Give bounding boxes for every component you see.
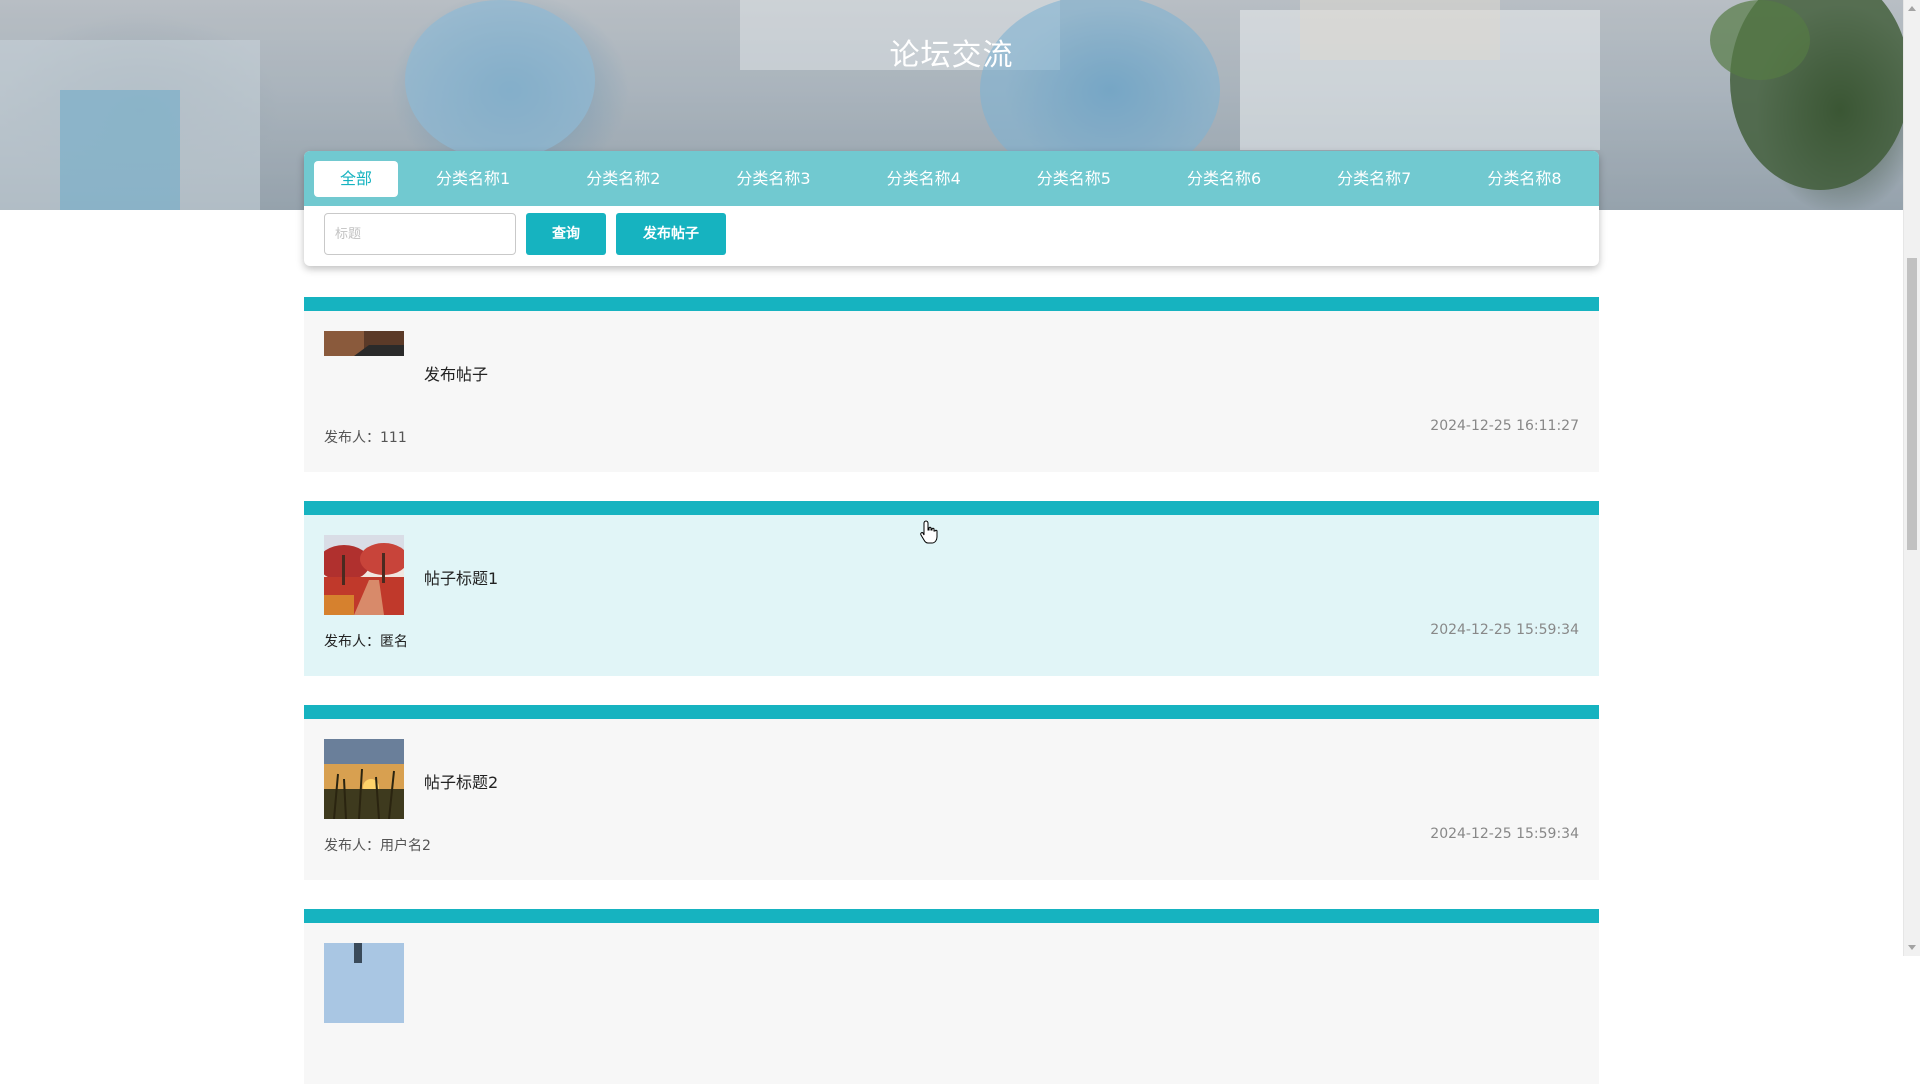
post-title[interactable]: 帖子标题2 [424,769,498,793]
post-timestamp: 2024-12-25 16:11:27 [1430,418,1579,434]
post-title[interactable]: 帖子标题1 [424,565,498,589]
post-thumbnail [324,943,404,1023]
post-thumbnail [324,535,404,615]
tab-category-7[interactable]: 分类名称7 [1318,161,1430,197]
vertical-scrollbar[interactable] [1903,0,1920,956]
hand-cursor-icon [920,520,938,544]
search-button[interactable]: 查询 [526,213,606,255]
tab-category-1[interactable]: 分类名称1 [417,161,529,197]
scrollbar-thumb[interactable] [1907,258,1917,550]
post-card[interactable] [304,909,1599,1084]
page-title: 论坛交流 [889,38,1014,73]
post-timestamp: 2024-12-25 15:59:34 [1430,622,1579,638]
post-author: 发布人：用户名2 [324,838,431,854]
tab-category-5[interactable]: 分类名称5 [1018,161,1130,197]
post-title[interactable]: 发布帖子 [424,361,488,385]
post-timestamp: 2024-12-25 15:59:34 [1430,826,1579,842]
post-card[interactable]: 帖子标题1 发布人：匿名 2024-12-25 15:59:34 [304,501,1599,676]
tab-all[interactable]: 全部 [314,160,399,197]
post-author: 发布人：111 [324,430,407,446]
scroll-down-arrow-icon[interactable] [1908,945,1916,950]
scroll-up-arrow-icon[interactable] [1908,6,1916,11]
search-row: 查询 发布帖子 [304,206,1599,255]
tab-category-3[interactable]: 分类名称3 [717,161,829,197]
tab-category-2[interactable]: 分类名称2 [567,161,679,197]
tab-category-4[interactable]: 分类名称4 [868,161,980,197]
title-search-input[interactable] [324,213,516,255]
post-card[interactable]: 帖子标题2 发布人：用户名2 2024-12-25 15:59:34 [304,705,1599,880]
post-author: 发布人：匿名 [324,634,408,650]
post-thumbnail [324,739,404,819]
post-thumbnail [324,331,404,411]
filter-panel: 全部 分类名称1 分类名称2 分类名称3 分类名称4 分类名称5 分类名称6 分… [304,151,1599,266]
tab-category-8[interactable]: 分类名称8 [1468,161,1580,197]
publish-post-button[interactable]: 发布帖子 [616,213,726,255]
category-tabs: 全部 分类名称1 分类名称2 分类名称3 分类名称4 分类名称5 分类名称6 分… [304,151,1599,206]
post-card[interactable]: 发布帖子 发布人：111 2024-12-25 16:11:27 [304,297,1599,472]
tab-category-6[interactable]: 分类名称6 [1168,161,1280,197]
